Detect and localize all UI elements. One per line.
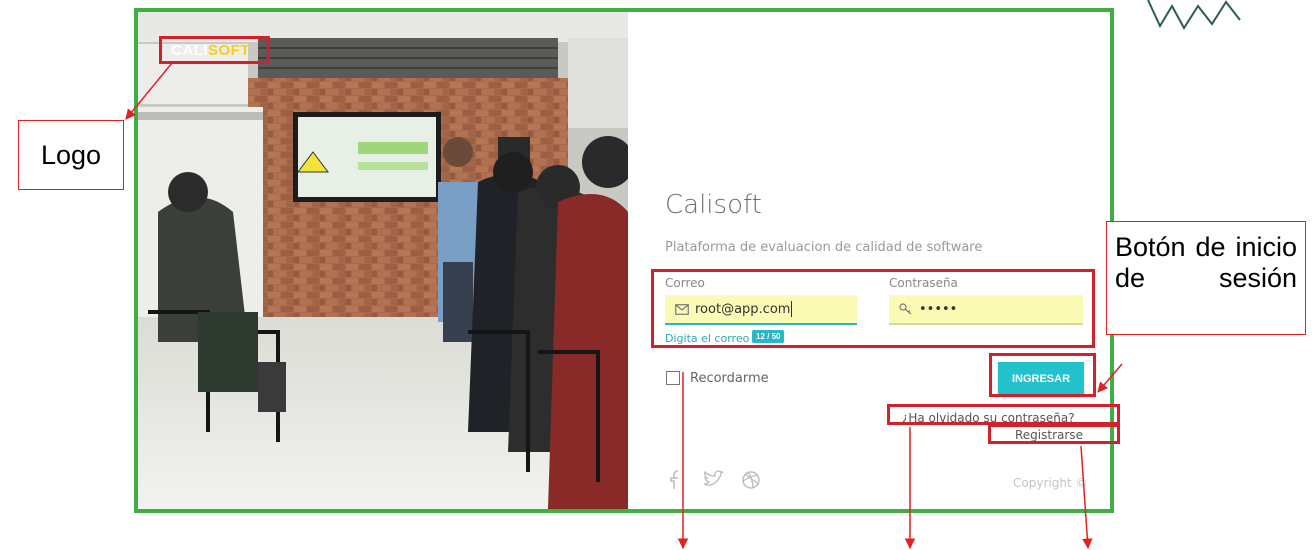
annotation-arrows: [125, 62, 1123, 550]
arrow-register: [1080, 445, 1093, 550]
arrow-logo: [125, 62, 173, 120]
arrow-login-button: [1097, 363, 1123, 393]
